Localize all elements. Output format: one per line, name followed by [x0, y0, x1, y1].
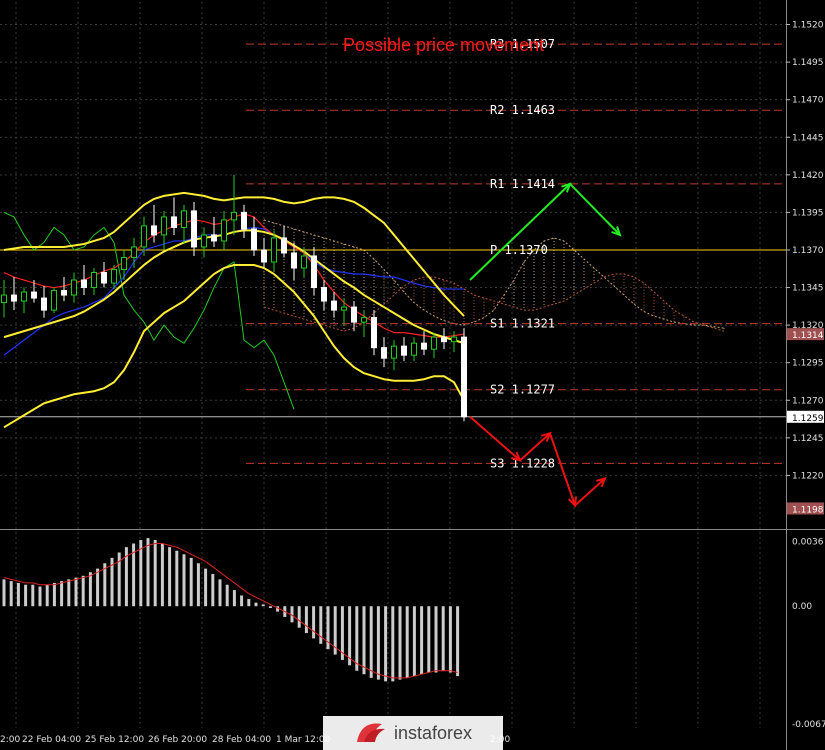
candle-body	[261, 249, 267, 263]
candle-body	[41, 297, 47, 311]
candle-body	[51, 290, 57, 311]
candle-body	[241, 211, 247, 230]
candle-body	[1, 294, 7, 304]
watermark-text: instaforex	[393, 722, 473, 743]
level-label-p: P 1.1370	[490, 243, 548, 257]
candle-body	[91, 272, 97, 289]
candle-body	[191, 210, 197, 248]
chart-title: Possible price movement	[343, 35, 544, 55]
candle-body	[131, 246, 137, 258]
level-label-r1: R1 1.1414	[490, 177, 555, 191]
candle-body	[151, 225, 157, 236]
price-tick-label: 1.1220	[792, 471, 824, 481]
candle-body	[21, 291, 27, 302]
price-chart: R3 1.1507R2 1.1463R1 1.1414P 1.1370S1 1.…	[0, 0, 825, 750]
candle-body	[371, 317, 377, 349]
candle-body	[121, 256, 127, 271]
price-tick-label: 1.1295	[792, 359, 824, 369]
candle-body	[181, 210, 187, 228]
time-tick-label: 22 Feb 04:00	[22, 735, 81, 745]
candle-body	[281, 237, 287, 254]
candle-body	[341, 306, 347, 311]
candle-body	[321, 287, 327, 302]
candle-body	[351, 306, 357, 323]
candle-body	[431, 336, 437, 350]
price-tick-label: 1.1245	[792, 434, 824, 444]
price-tick-label: 1.1495	[792, 58, 824, 68]
price-tag-1198: 1.1198	[792, 505, 824, 515]
candle-body	[221, 219, 227, 242]
price-tick-label: 1.1345	[792, 284, 824, 294]
candle-body	[231, 211, 237, 221]
candle-body	[161, 216, 167, 236]
instaforex-logo-icon	[356, 723, 385, 742]
candle-body	[111, 269, 117, 284]
price-tick-label: 1.1420	[792, 171, 824, 181]
candle-body	[81, 279, 87, 289]
candle-body	[251, 228, 257, 251]
time-tick-label: 2:00	[0, 735, 20, 745]
candle-body	[461, 336, 467, 418]
price-tick-label: 1.1470	[792, 96, 824, 106]
candle-body	[101, 272, 107, 284]
candle-body	[271, 237, 277, 263]
level-label-r2: R2 1.1463	[490, 103, 555, 117]
price-tag-current: 1.1259	[792, 414, 824, 424]
macd-tick-label: -0.00677	[792, 720, 825, 730]
candle-body	[211, 234, 217, 242]
candle-body	[311, 255, 317, 289]
macd-tick-label: 0.0036	[792, 538, 824, 548]
macd-tick-label: 0.00	[792, 602, 812, 612]
candle-body	[11, 294, 17, 302]
candle-body	[201, 234, 207, 248]
candle-body	[451, 336, 457, 343]
candle-body	[141, 225, 147, 248]
price-tick-label: 1.1270	[792, 396, 824, 406]
price-tick-label: 1.1395	[792, 208, 824, 218]
candle-body	[301, 255, 307, 269]
price-tick-label: 1.1520	[792, 21, 824, 31]
level-label-s2: S2 1.1277	[490, 383, 555, 397]
candle-body	[441, 336, 447, 343]
time-tick-label: 25 Feb 12:00	[85, 735, 144, 745]
candle-body	[411, 342, 417, 356]
time-tick-label: 26 Feb 20:00	[148, 735, 207, 745]
price-tick-label: 1.1370	[792, 246, 824, 256]
level-label-s1: S1 1.1321	[490, 317, 555, 331]
candle-body	[391, 345, 397, 359]
time-tick-label: 28 Feb 04:00	[212, 735, 271, 745]
candle-body	[401, 345, 407, 356]
candle-body	[421, 342, 427, 350]
candle-body	[71, 279, 77, 296]
candle-body	[61, 290, 67, 296]
candle-body	[31, 291, 37, 299]
price-tick-label: 1.1445	[792, 133, 824, 143]
candle-body	[361, 317, 367, 323]
candle-body	[291, 252, 297, 269]
instaforex-watermark: instaforex	[323, 716, 503, 750]
candle-body	[331, 300, 337, 311]
candle-body	[381, 347, 387, 359]
price-tag-1314: 1.1314	[792, 331, 824, 341]
candle-body	[171, 216, 177, 228]
